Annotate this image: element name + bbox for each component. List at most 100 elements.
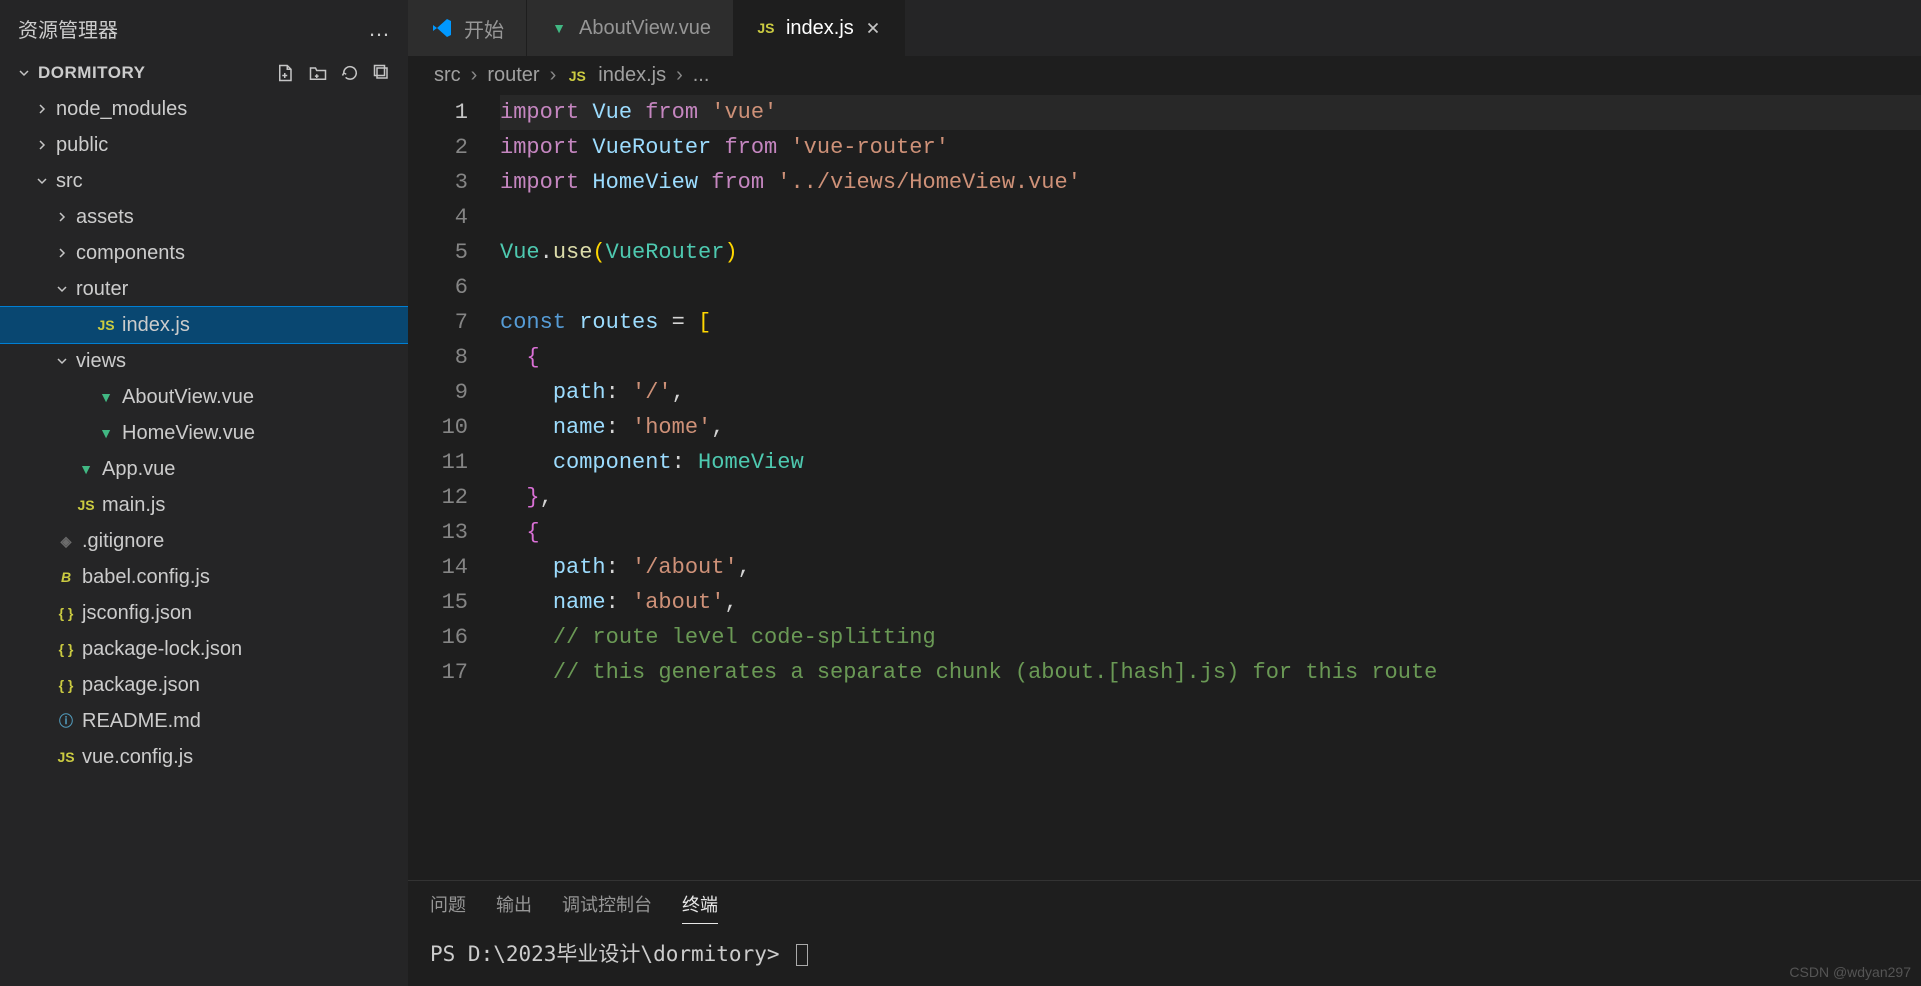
tree-file[interactable]: JSindex.js: [0, 307, 408, 343]
tree-file[interactable]: ▼HomeView.vue: [0, 415, 408, 451]
chevron-right-icon: ›: [550, 64, 557, 87]
code-line[interactable]: },: [500, 480, 1921, 515]
tree-file[interactable]: { }package-lock.json: [0, 631, 408, 667]
tab-label: AboutView.vue: [579, 17, 711, 40]
tree-file[interactable]: { } package.json: [0, 667, 408, 703]
js-file-icon: JS: [756, 18, 776, 38]
watermark: CSDN @wdyan297: [1789, 964, 1911, 980]
breadcrumb[interactable]: src › router › JS index.js › ...: [408, 56, 1921, 95]
babel-file-icon: B: [56, 567, 76, 587]
code-line[interactable]: // route level code-splitting: [500, 620, 1921, 655]
tree-item-label: vue.config.js: [82, 746, 193, 769]
line-number: 13: [408, 515, 468, 550]
tree-folder[interactable]: public: [0, 127, 408, 163]
tree-item-label: babel.config.js: [82, 566, 210, 589]
tree-folder[interactable]: src: [0, 163, 408, 199]
panel-tab[interactable]: 终端: [682, 891, 718, 924]
line-number: 8: [408, 340, 468, 375]
panel-tabs: 问题输出调试控制台终端: [408, 881, 1921, 924]
more-actions-icon[interactable]: …: [368, 16, 390, 42]
vscode-icon: [430, 16, 454, 40]
code-line[interactable]: Vue.use(VueRouter): [500, 235, 1921, 270]
code-line[interactable]: const routes = [: [500, 305, 1921, 340]
refresh-icon[interactable]: [340, 63, 360, 83]
tree-item-label: HomeView.vue: [122, 422, 255, 445]
project-actions: [276, 63, 392, 83]
tree-file[interactable]: JS vue.config.js: [0, 739, 408, 775]
vue-file-icon: ▼: [549, 18, 569, 38]
code-line[interactable]: import Vue from 'vue': [500, 95, 1921, 130]
tree-file[interactable]: JSmain.js: [0, 487, 408, 523]
project-header[interactable]: DORMITORY: [0, 57, 408, 89]
json-file-icon: { }: [56, 603, 76, 623]
chevron-right-icon: [34, 137, 50, 153]
code-line[interactable]: [500, 200, 1921, 235]
terminal-prompt: PS D:\2023毕业设计\dormitory>: [430, 942, 780, 966]
panel-tab[interactable]: 调试控制台: [562, 891, 652, 924]
collapse-all-icon[interactable]: [372, 63, 392, 83]
new-file-icon[interactable]: [276, 63, 296, 83]
code-line[interactable]: import HomeView from '../views/HomeView.…: [500, 165, 1921, 200]
new-folder-icon[interactable]: [308, 63, 328, 83]
editor-tab[interactable]: 开始: [408, 0, 527, 56]
vue-file-icon: ▼: [96, 387, 116, 407]
code-line[interactable]: {: [500, 515, 1921, 550]
line-number: 12: [408, 480, 468, 515]
editor-tabs: 开始 ▼ AboutView.vue JSindex.js: [408, 0, 1921, 56]
panel-tab[interactable]: 问题: [430, 891, 466, 924]
breadcrumb-file[interactable]: index.js: [598, 64, 666, 87]
code-line[interactable]: name: 'about',: [500, 585, 1921, 620]
line-number: 1: [408, 95, 468, 130]
tree-file[interactable]: { }jsconfig.json: [0, 595, 408, 631]
tree-file[interactable]: ⓘREADME.md: [0, 703, 408, 739]
js-file-icon: JS: [96, 315, 116, 335]
tree-folder[interactable]: components: [0, 235, 408, 271]
line-number: 17: [408, 655, 468, 690]
breadcrumb-part[interactable]: router: [487, 64, 539, 87]
panel-tab[interactable]: 输出: [496, 891, 532, 924]
code-line[interactable]: {: [500, 340, 1921, 375]
tree-item-label: package.json: [82, 674, 200, 697]
tree-file[interactable]: ▼AboutView.vue: [0, 379, 408, 415]
json-file-icon: { }: [56, 675, 76, 695]
line-number: 10: [408, 410, 468, 445]
tree-file[interactable]: ◈.gitignore: [0, 523, 408, 559]
code-line[interactable]: component: HomeView: [500, 445, 1921, 480]
terminal-cursor: [796, 944, 808, 966]
editor-tab[interactable]: ▼ AboutView.vue: [527, 0, 734, 56]
sidebar-title: 资源管理器: [18, 14, 118, 43]
js-file-icon: JS: [56, 747, 76, 767]
code-line[interactable]: name: 'home',: [500, 410, 1921, 445]
code-line[interactable]: [500, 270, 1921, 305]
editor-area: 开始▼AboutView.vueJSindex.js src › router …: [408, 0, 1921, 986]
chevron-right-icon: ›: [471, 64, 478, 87]
terminal[interactable]: PS D:\2023毕业设计\dormitory>: [408, 924, 1921, 986]
code-line[interactable]: import VueRouter from 'vue-router': [500, 130, 1921, 165]
js-file-icon: JS: [566, 65, 588, 87]
code-line[interactable]: // this generates a separate chunk (abou…: [500, 655, 1921, 690]
tree-folder[interactable]: views: [0, 343, 408, 379]
chevron-down-icon: [54, 281, 70, 297]
tree-folder[interactable]: node_modules: [0, 91, 408, 127]
line-number: 3: [408, 165, 468, 200]
tree-item-label: src: [56, 170, 83, 193]
line-number: 14: [408, 550, 468, 585]
editor-tab[interactable]: JSindex.js: [734, 0, 905, 56]
close-icon[interactable]: [864, 19, 882, 37]
code-content[interactable]: import Vue from 'vue'import VueRouter fr…: [500, 95, 1921, 880]
tree-item-label: .gitignore: [82, 530, 164, 553]
line-gutter: 1234567891011121314151617: [408, 95, 500, 880]
chevron-down-icon: [34, 173, 50, 189]
tree-folder[interactable]: assets: [0, 199, 408, 235]
tree-file[interactable]: ▼App.vue: [0, 451, 408, 487]
breadcrumb-tail[interactable]: ...: [693, 64, 710, 87]
breadcrumb-part[interactable]: src: [434, 64, 461, 87]
tree-folder[interactable]: router: [0, 271, 408, 307]
sidebar-header: 资源管理器 …: [0, 0, 408, 57]
code-line[interactable]: path: '/',: [500, 375, 1921, 410]
tree-item-label: views: [76, 350, 126, 373]
code-editor[interactable]: 1234567891011121314151617 import Vue fro…: [408, 95, 1921, 880]
file-tree: node_modulespublic src assetscomponentsrou…: [0, 89, 408, 986]
tree-file[interactable]: Bbabel.config.js: [0, 559, 408, 595]
code-line[interactable]: path: '/about',: [500, 550, 1921, 585]
